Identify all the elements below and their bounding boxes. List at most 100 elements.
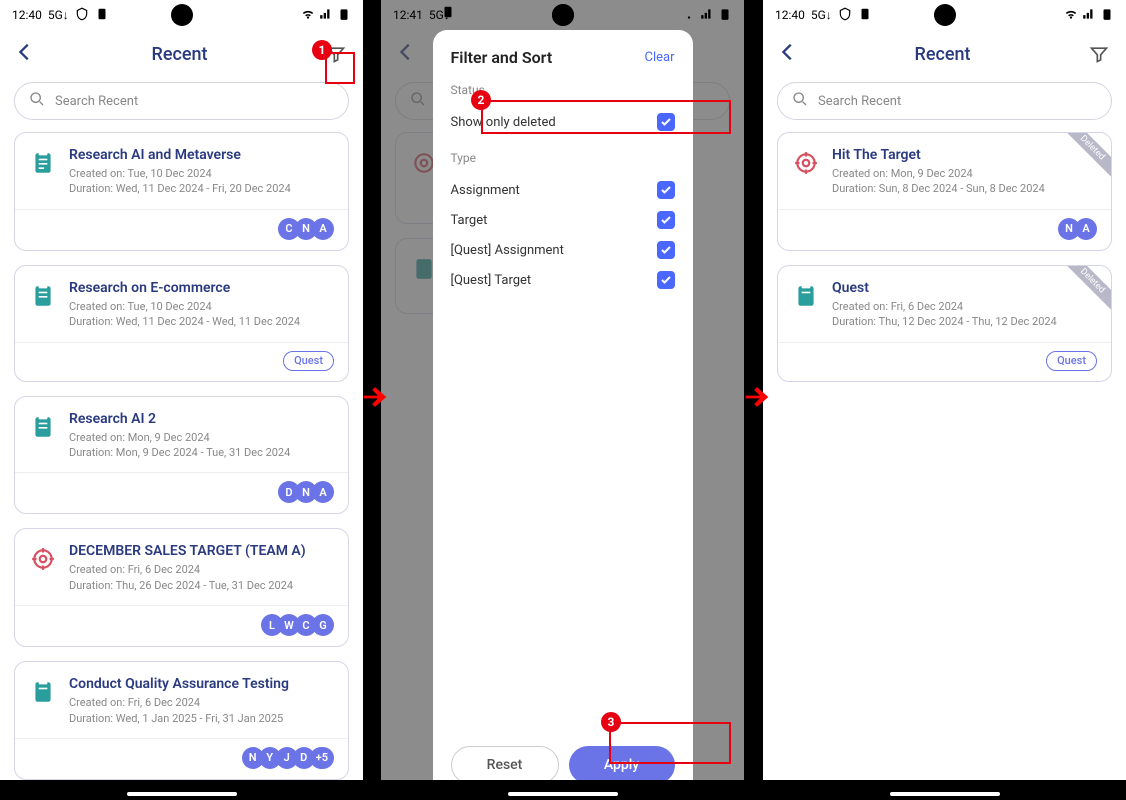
avatar-chip: G — [312, 614, 334, 636]
clipboard-icon — [29, 678, 57, 706]
list-item[interactable]: DECEMBER SALES TARGET (TEAM A) Created o… — [14, 528, 349, 647]
avatar — [934, 4, 956, 26]
shield-icon — [75, 7, 89, 24]
search-icon — [29, 91, 45, 111]
target-icon — [29, 545, 57, 573]
target-icon — [792, 149, 820, 177]
type-quest-target-toggle[interactable]: [Quest] Target — [451, 265, 675, 295]
status-bar: 12:40 5G↓ — [0, 0, 363, 30]
card-duration: Duration: Wed, 1 Jan 2025 - Fri, 31 Jan … — [69, 711, 334, 726]
wifi-icon — [301, 7, 315, 24]
net-label: 5G↓ — [48, 8, 69, 22]
nav-handle — [127, 792, 237, 796]
card-title: Hit The Target — [832, 147, 1097, 163]
battery-icon — [337, 7, 351, 24]
card-title: Research AI and Metaverse — [69, 147, 334, 163]
list-item[interactable]: Conduct Quality Assurance Testing Create… — [14, 661, 349, 780]
signal-icon — [1082, 7, 1096, 24]
search-placeholder: Search Recent — [818, 94, 901, 109]
app-header: Recent — [763, 30, 1126, 78]
card-duration: Duration: Thu, 26 Dec 2024 - Tue, 31 Dec… — [69, 578, 334, 593]
clipboard-icon — [29, 149, 57, 177]
signal-icon — [319, 7, 333, 24]
list-item[interactable]: Research AI and Metaverse Created on: Tu… — [14, 132, 349, 251]
card-created: Created on: Tue, 10 Dec 2024 — [69, 299, 334, 314]
app-header: Recent — [0, 30, 363, 78]
avatar — [171, 4, 193, 26]
clipboard-icon — [29, 413, 57, 441]
avatar — [552, 4, 574, 26]
type-assignment-toggle[interactable]: Assignment — [451, 175, 675, 205]
back-button[interactable] — [14, 41, 36, 67]
clear-button[interactable]: Clear — [645, 50, 675, 65]
clipboard-icon — [29, 282, 57, 310]
checkbox-checked-icon — [657, 181, 675, 199]
type-target-toggle[interactable]: Target — [451, 205, 675, 235]
avatar-chip: +5 — [310, 747, 334, 769]
battery-icon — [1100, 7, 1114, 24]
avatar-chip: A — [312, 481, 334, 503]
modal-title: Filter and Sort — [451, 48, 553, 67]
show-deleted-toggle[interactable]: Show only deleted — [451, 107, 675, 137]
clipboard-icon — [792, 282, 820, 310]
avatar-chip: A — [312, 218, 334, 240]
card-title: Quest — [832, 280, 1097, 296]
net-label: 5G↓ — [811, 8, 832, 22]
list-item[interactable]: Research on E-commerce Created on: Tue, … — [14, 265, 349, 382]
checkbox-checked-icon — [657, 271, 675, 289]
card-duration: Duration: Thu, 12 Dec 2024 - Thu, 12 Dec… — [832, 314, 1097, 329]
page-title: Recent — [799, 44, 1086, 65]
nav-handle — [508, 792, 618, 796]
filter-button[interactable] — [323, 41, 349, 67]
flow-arrow-icon — [740, 380, 774, 418]
list-item[interactable]: Research AI 2 Created on: Mon, 9 Dec 202… — [14, 396, 349, 515]
quest-tag: Quest — [283, 351, 334, 371]
checkbox-label: Assignment — [451, 183, 520, 198]
battery-icon — [718, 7, 732, 24]
checkbox-checked-icon — [657, 113, 675, 131]
card-created: Created on: Mon, 9 Dec 2024 — [69, 430, 334, 445]
card-duration: Duration: Mon, 9 Dec 2024 - Tue, 31 Dec … — [69, 445, 334, 460]
card-created: Created on: Tue, 10 Dec 2024 — [69, 166, 334, 181]
wifi-icon — [682, 7, 696, 24]
checkbox-checked-icon — [657, 241, 675, 259]
list-item[interactable]: Deleted Quest Created on: Fri, 6 Dec 202… — [777, 265, 1112, 382]
card-title: Research on E-commerce — [69, 280, 334, 296]
checkbox-label: Target — [451, 213, 488, 228]
list-item[interactable]: Deleted Hit The Target Created on: Mon, … — [777, 132, 1112, 251]
card-created: Created on: Fri, 6 Dec 2024 — [832, 299, 1097, 314]
search-input[interactable]: Search Recent — [777, 82, 1112, 120]
card-created: Created on: Fri, 6 Dec 2024 — [69, 695, 334, 710]
card-created: Created on: Mon, 9 Dec 2024 — [832, 166, 1097, 181]
card-title: DECEMBER SALES TARGET (TEAM A) — [69, 543, 334, 559]
search-icon — [792, 91, 808, 111]
type-section-label: Type — [451, 151, 675, 165]
reset-button[interactable]: Reset — [451, 746, 559, 784]
wifi-icon — [1064, 7, 1078, 24]
filter-modal: Filter and Sort Clear Status Show only d… — [433, 30, 693, 800]
card-created: Created on: Fri, 6 Dec 2024 — [69, 562, 334, 577]
shield-icon — [838, 7, 852, 24]
checkbox-checked-icon — [657, 211, 675, 229]
status-bar: 12:40 5G↓ — [763, 0, 1126, 30]
type-quest-assignment-toggle[interactable]: [Quest] Assignment — [451, 235, 675, 265]
card-title: Research AI 2 — [69, 411, 334, 427]
avatar-chip: A — [1075, 218, 1097, 240]
card-duration: Duration: Wed, 11 Dec 2024 - Wed, 11 Dec… — [69, 314, 334, 329]
apply-button[interactable]: Apply — [569, 746, 675, 784]
filter-button[interactable] — [1086, 41, 1112, 67]
quest-tag: Quest — [1046, 351, 1097, 371]
clock-text: 12:40 — [775, 8, 805, 22]
checkbox-label: Show only deleted — [451, 115, 556, 130]
sim-icon — [858, 7, 872, 24]
card-duration: Duration: Wed, 11 Dec 2024 - Fri, 20 Dec… — [69, 181, 334, 196]
status-bar — [381, 0, 744, 30]
search-placeholder: Search Recent — [55, 94, 138, 109]
page-title: Recent — [36, 44, 323, 65]
search-input[interactable]: Search Recent — [14, 82, 349, 120]
sim-icon — [95, 7, 109, 24]
status-section-label: Status — [451, 83, 675, 97]
sim-icon — [441, 4, 455, 23]
back-button[interactable] — [777, 41, 799, 67]
clock-text: 12:40 — [12, 8, 42, 22]
